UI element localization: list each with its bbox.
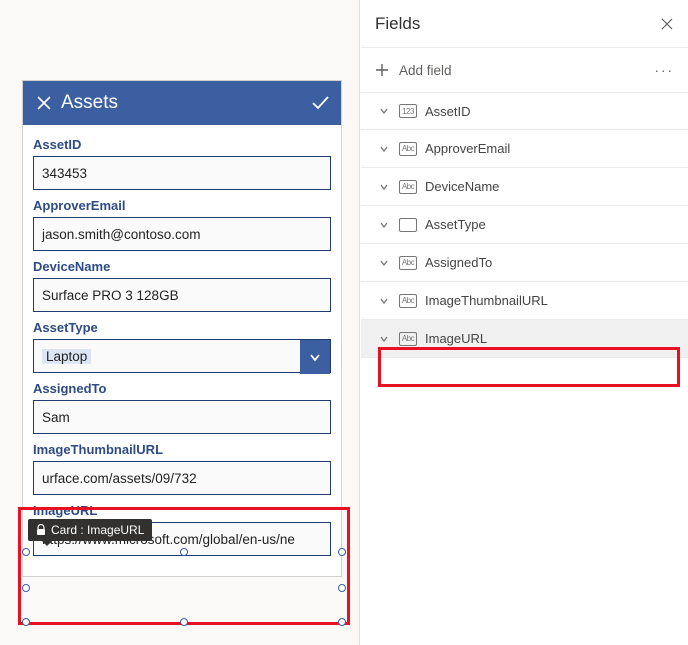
field-card-devicename[interactable]: DeviceName Surface PRO 3 128GB xyxy=(33,259,331,312)
type-text-icon: Abc xyxy=(399,256,417,270)
type-text-icon: Abc xyxy=(399,294,417,308)
type-grid-icon xyxy=(399,218,417,232)
chevron-down-icon xyxy=(379,106,391,116)
field-card-assettype[interactable]: AssetType Laptop xyxy=(33,320,331,373)
panel-item-label: AssignedTo xyxy=(425,255,492,270)
type-text-icon: Abc xyxy=(399,142,417,156)
resize-handle[interactable] xyxy=(338,548,346,556)
close-icon[interactable] xyxy=(33,92,55,114)
field-value: Laptop xyxy=(42,349,91,364)
form-title: Assets xyxy=(55,92,309,114)
field-label: AssetType xyxy=(33,320,331,335)
field-label: AssetID xyxy=(33,137,331,152)
panel-item-approveremail[interactable]: Abc ApproverEmail xyxy=(361,130,688,168)
panel-item-label: ApproverEmail xyxy=(425,141,510,156)
resize-handle[interactable] xyxy=(338,618,346,626)
resize-handle[interactable] xyxy=(22,584,30,592)
more-icon[interactable]: ··· xyxy=(655,63,675,78)
type-number-icon: 123 xyxy=(399,104,417,118)
resize-handle[interactable] xyxy=(180,618,188,626)
field-label: AssignedTo xyxy=(33,381,331,396)
submit-check-icon[interactable] xyxy=(309,92,331,114)
type-text-icon: Abc xyxy=(399,180,417,194)
resize-handle[interactable] xyxy=(22,618,30,626)
add-field-label: Add field xyxy=(399,63,452,78)
add-field-row[interactable]: Add field ··· xyxy=(361,48,688,92)
field-label: ApproverEmail xyxy=(33,198,331,213)
panel-item-devicename[interactable]: Abc DeviceName xyxy=(361,168,688,206)
field-card-approveremail[interactable]: ApproverEmail jason.smith@contoso.com xyxy=(33,198,331,251)
field-label: ImageThumbnailURL xyxy=(33,442,331,457)
field-card-assignedto[interactable]: AssignedTo Sam xyxy=(33,381,331,434)
resize-handle[interactable] xyxy=(22,548,30,556)
panel-item-assignedto[interactable]: Abc AssignedTo xyxy=(361,244,688,282)
chevron-down-icon xyxy=(379,144,391,154)
field-input[interactable]: urface.com/assets/09/732 xyxy=(33,461,331,495)
tooltip-text: Card : ImageURL xyxy=(51,523,144,537)
type-text-icon: Abc xyxy=(399,332,417,346)
panel-item-label: AssetType xyxy=(425,217,486,232)
chevron-down-icon xyxy=(379,258,391,268)
close-panel-icon[interactable] xyxy=(660,17,674,31)
field-input[interactable]: jason.smith@contoso.com xyxy=(33,217,331,251)
chevron-down-icon xyxy=(379,296,391,306)
field-card-imagethumbnailurl[interactable]: ImageThumbnailURL urface.com/assets/09/73… xyxy=(33,442,331,495)
plus-icon xyxy=(375,63,389,77)
panel-item-imagethumbnailurl[interactable]: Abc ImageThumbnailURL xyxy=(361,282,688,320)
field-label: DeviceName xyxy=(33,259,331,274)
selection-tooltip: Card : ImageURL xyxy=(28,519,152,541)
panel-title: Fields xyxy=(375,14,420,34)
panel-item-assettype[interactable]: AssetType xyxy=(361,206,688,244)
field-select[interactable]: Laptop xyxy=(33,339,331,373)
chevron-down-icon xyxy=(379,182,391,192)
panel-item-label: ImageThumbnailURL xyxy=(425,293,548,308)
form-card: Assets AssetID 343453 ApproverEmail jason.s… xyxy=(22,80,342,577)
panel-item-assetid[interactable]: 123 AssetID xyxy=(361,92,688,130)
fields-panel: Fields Add field ··· 123 AssetID Abc Approv… xyxy=(361,0,688,645)
panel-item-label: DeviceName xyxy=(425,179,499,194)
lock-icon xyxy=(36,524,46,536)
resize-handle[interactable] xyxy=(338,584,346,592)
panel-item-label: ImageURL xyxy=(425,331,487,346)
field-label: ImageURL xyxy=(33,503,331,518)
field-input[interactable]: Sam xyxy=(33,400,331,434)
field-input[interactable]: Surface PRO 3 128GB xyxy=(33,278,331,312)
field-card-assetid[interactable]: AssetID 343453 xyxy=(33,137,331,190)
form-header: Assets xyxy=(23,81,341,125)
chevron-down-icon[interactable] xyxy=(300,340,330,374)
chevron-down-icon xyxy=(379,220,391,230)
panel-header: Fields xyxy=(361,0,688,48)
resize-handle[interactable] xyxy=(180,548,188,556)
chevron-down-icon xyxy=(379,334,391,344)
field-input[interactable]: 343453 xyxy=(33,156,331,190)
panel-item-label: AssetID xyxy=(425,104,471,119)
panel-item-imageurl[interactable]: Abc ImageURL xyxy=(361,320,688,358)
